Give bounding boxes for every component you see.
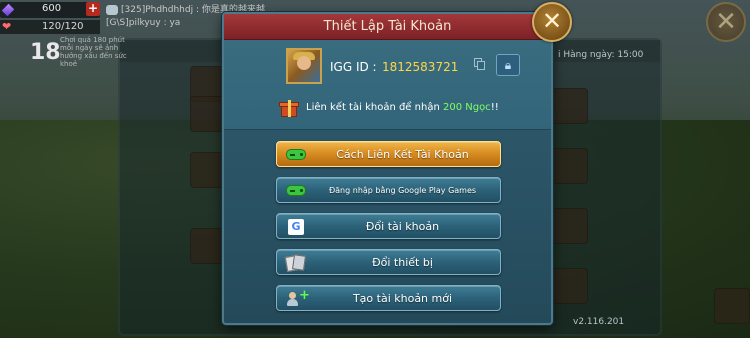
switch-account-button[interactable]: G Đổi tài khoản — [276, 213, 501, 239]
google-icon: G — [285, 218, 307, 235]
switch-device-button[interactable]: Đổi thiết bị — [276, 249, 501, 275]
gem-counter: 600 — [0, 2, 100, 18]
promo-text: Liên kết tài khoản để nhận — [306, 102, 443, 113]
promo-suffix: !! — [490, 102, 499, 113]
google-play-games-login-button[interactable]: Đăng nhập bằng Google Play Games — [276, 177, 501, 203]
chat-text: [G\S]pilkyuy : ya — [106, 18, 181, 28]
account-info-panel: IGG ID : 1812583721 🔒︎ Liên kết tài khoả… — [224, 40, 551, 130]
igg-id-value: 1812583721 — [382, 60, 459, 74]
add-gems-button[interactable]: + — [86, 2, 100, 16]
how-to-link-account-button[interactable]: Cách Liên Kết Tài Khoản — [276, 141, 501, 167]
chat-bubble-icon — [106, 4, 118, 15]
button-label: Tạo tài khoản mới — [352, 291, 453, 305]
heart-icon: ❤ — [2, 20, 12, 33]
close-icon: ✕ — [541, 7, 563, 35]
gem-value: 600 — [42, 3, 62, 14]
button-label: Đổi tài khoản — [365, 219, 440, 233]
button-label: Đăng nhập bằng Google Play Games — [328, 185, 477, 195]
add-user-icon: + — [285, 289, 310, 307]
account-settings-dialog: Thiết Lập Tài Khoản IGG ID : 1812583721 … — [222, 12, 553, 325]
lock-icon: 🔒︎ — [504, 58, 512, 72]
link-reward-text: Liên kết tài khoản để nhận 200 Ngọc!! — [306, 102, 499, 113]
background-close-icon: ✕ — [706, 2, 746, 42]
avatar-face — [297, 56, 311, 70]
stamina-value: 120/120 — [42, 21, 84, 32]
copy-icon[interactable] — [474, 58, 486, 70]
igg-id-label: IGG ID : — [330, 60, 377, 74]
player-avatar — [286, 48, 322, 84]
play-time-warning: Chơi quá 180 phút mỗi ngày sẽ ảnh hưởng … — [60, 36, 127, 68]
button-label: Đổi thiết bị — [372, 255, 433, 269]
close-button[interactable]: ✕ — [532, 2, 572, 42]
gift-icon — [279, 98, 299, 118]
account-lock-button[interactable]: 🔒︎ — [496, 54, 520, 76]
version-label: v2.116.201 — [573, 317, 625, 327]
daily-reset-text: i Hàng ngày: 15:00 — [558, 50, 644, 60]
gamepad-icon — [285, 146, 307, 163]
gem-icon — [1, 3, 15, 17]
google-play-games-icon — [285, 182, 307, 199]
stamina-counter: ❤ 120/120 — [0, 20, 100, 34]
create-new-account-button[interactable]: + Tạo tài khoản mới — [276, 285, 501, 311]
age-rating: 18 — [30, 40, 61, 65]
dialog-title: Thiết Lập Tài Khoản — [224, 14, 551, 40]
promo-reward: 200 Ngọc — [442, 102, 491, 113]
devices-icon — [284, 254, 307, 272]
button-label: Cách Liên Kết Tài Khoản — [336, 147, 469, 161]
